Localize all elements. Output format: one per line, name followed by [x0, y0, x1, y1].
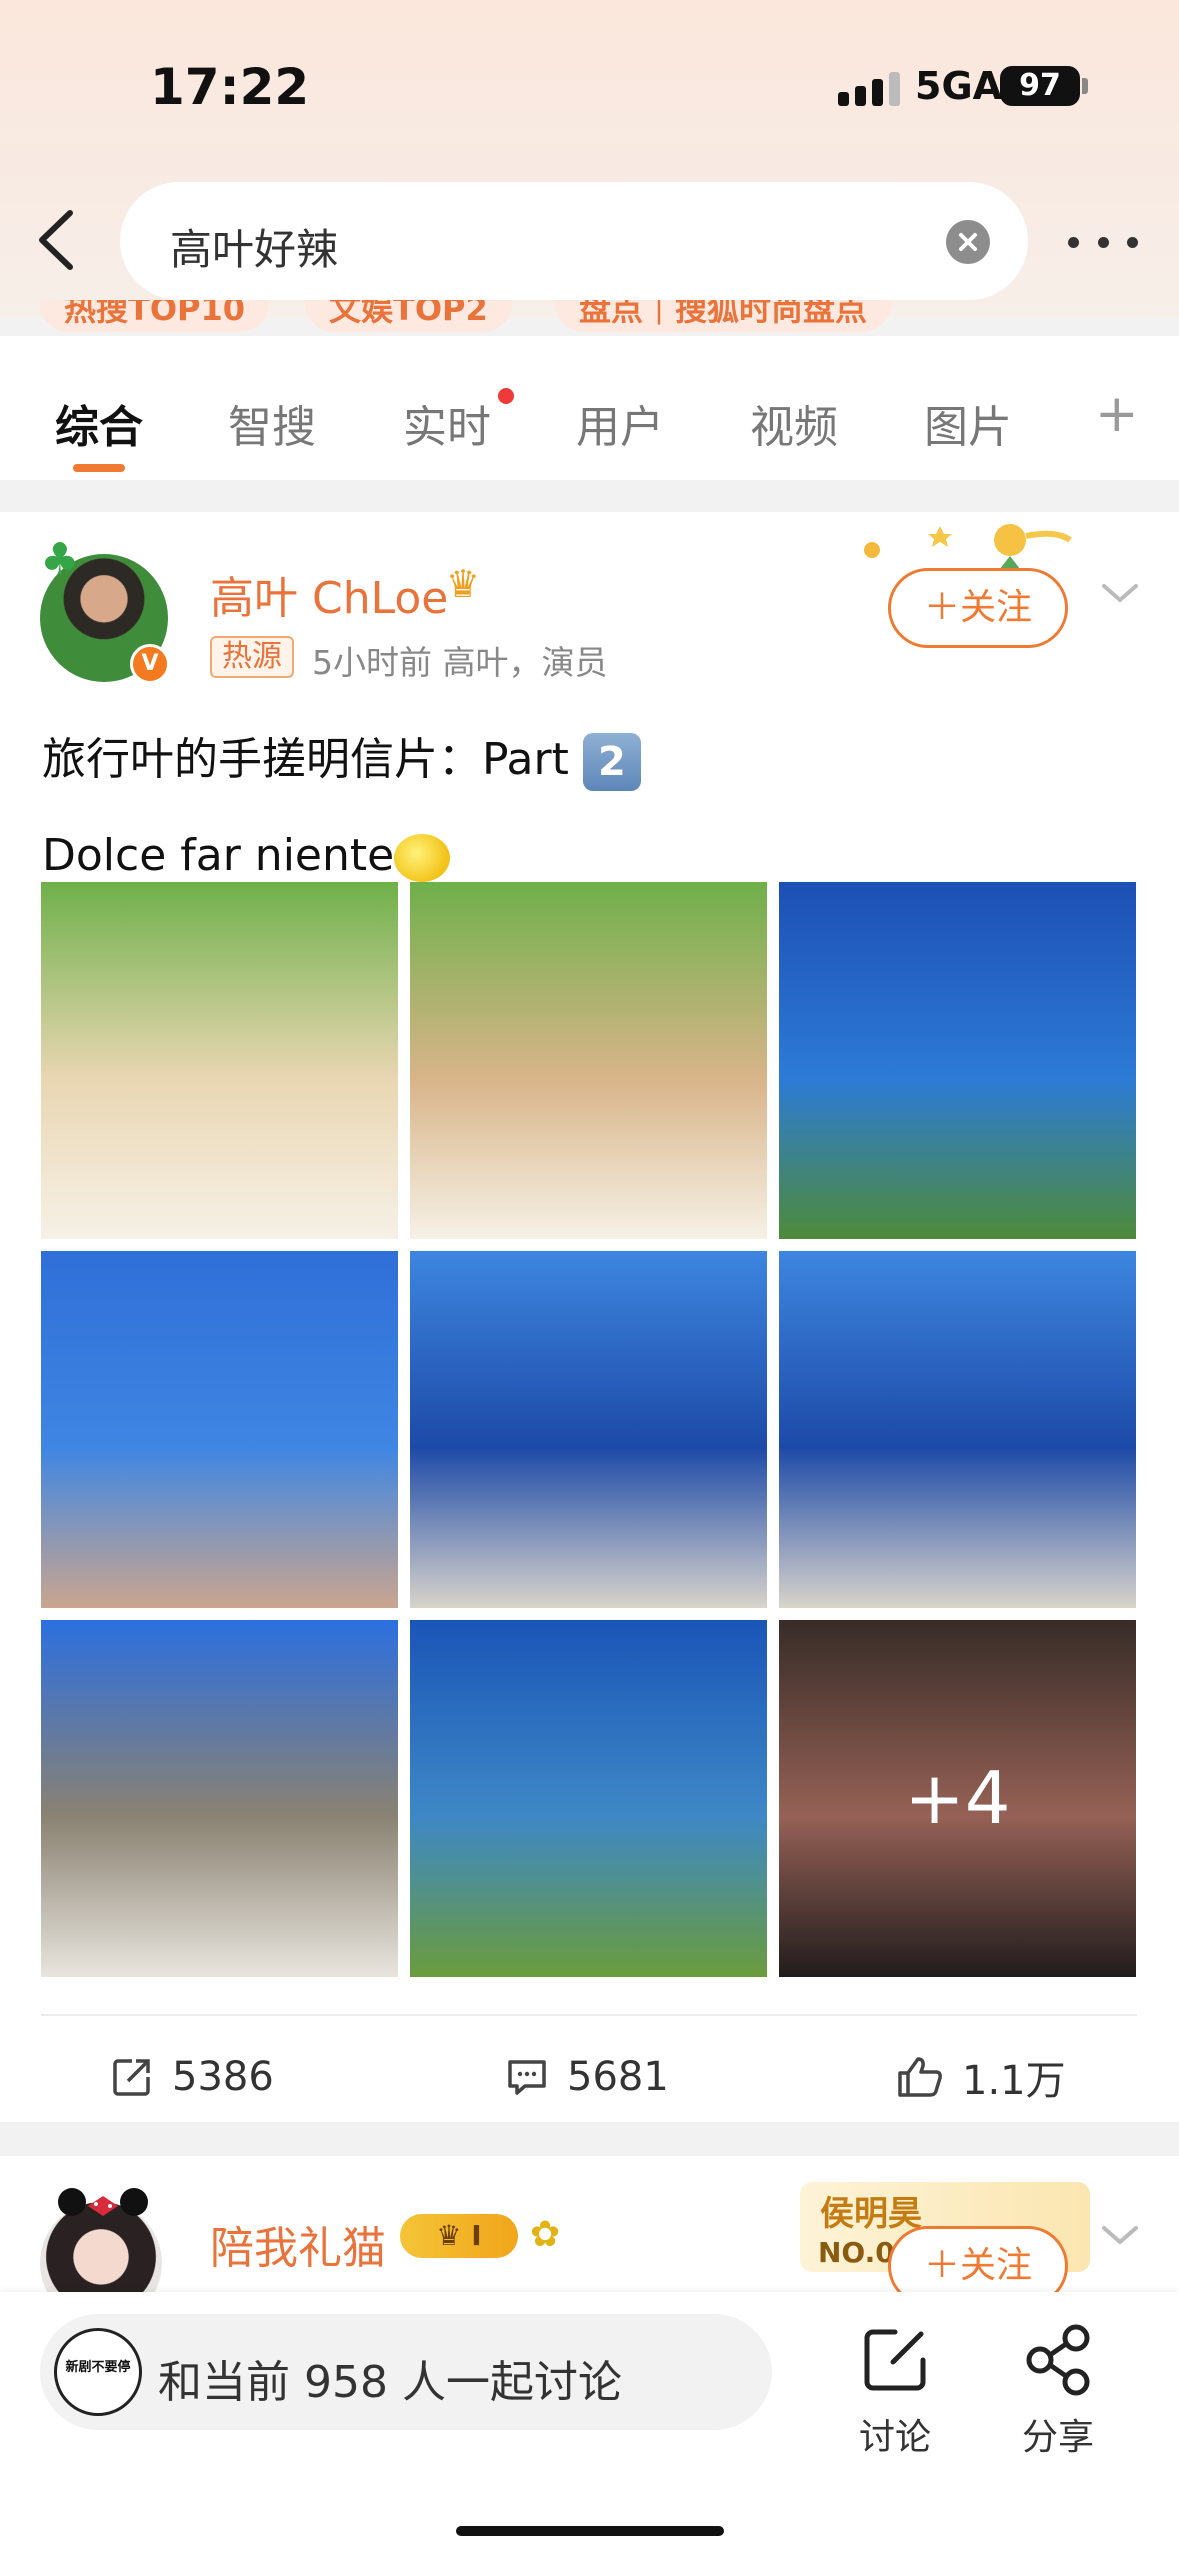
share-button[interactable]: 分享 [998, 2312, 1118, 2458]
discuss-label: 讨论 [858, 2417, 931, 2458]
active-tab-indicator [73, 464, 125, 472]
dot-icon [1097, 236, 1109, 248]
photo-sea-cliff-view[interactable] [779, 882, 1136, 1239]
post-menu-button[interactable] [1100, 2220, 1140, 2250]
bottom-action-bar: 新剧不要停 和当前 958 人一起讨论 讨论 分享 [0, 2292, 1179, 2556]
thumbs-up-icon [898, 2057, 942, 2097]
tab-videos[interactable]: 视频 [750, 391, 838, 455]
keycap-number-icon: 2 [582, 733, 641, 791]
sunflower-icon: ✿ [530, 2214, 561, 2255]
photo-boat-hat-2[interactable] [779, 1251, 1136, 1608]
comment-icon [508, 2060, 546, 2095]
photo-sea-arms-up[interactable] [410, 1620, 767, 1977]
tab-realtime[interactable]: 实时 [403, 391, 491, 455]
back-button[interactable] [28, 205, 88, 275]
tab-users[interactable]: 用户 [576, 391, 664, 455]
crown-badge-icon: ♛ [446, 562, 481, 606]
repost-icon [113, 2059, 150, 2096]
repost-button[interactable]: 5386 [110, 2042, 274, 2112]
like-button[interactable]: 1.1万 [896, 2042, 1066, 2112]
photo-cocktail-sunglasses[interactable] [410, 882, 767, 1239]
promo-name: 侯明昊 [820, 2194, 922, 2234]
follow-button[interactable]: ＋关注 [888, 568, 1068, 648]
search-input[interactable]: 高叶好辣 [120, 182, 1028, 300]
comment-count: 5681 [567, 2054, 669, 2100]
topic-avatar: 新剧不要停 [54, 2328, 142, 2416]
post-text-line-1: 旅行叶的手搓明信片：Part 2 [42, 712, 641, 808]
topic-chip[interactable]: 盘点｜搜狐时尚盘点 [555, 300, 892, 332]
photo-cocktail-toast[interactable] [41, 882, 398, 1239]
share-label: 分享 [1021, 2417, 1094, 2458]
chevron-down-icon [1102, 2226, 1138, 2245]
post-text: 旅行叶的手搓明信片：Part 2 Dolce far niente [42, 712, 641, 904]
discuss-button[interactable]: 讨论 [835, 2312, 955, 2458]
dot-icon [1127, 236, 1138, 248]
lemon-icon [394, 834, 451, 882]
add-tab-icon[interactable]: + [1095, 384, 1139, 444]
post-username[interactable]: 陪我礼猫 [210, 2212, 386, 2276]
prince-decoration-icon [864, 524, 1072, 572]
repost-count: 5386 [172, 2054, 274, 2100]
photo-cliffs-boat[interactable] [41, 1620, 398, 1977]
battery-indicator: 97 [1000, 66, 1080, 106]
tab-smart-search[interactable]: 智搜 [228, 391, 316, 455]
hot-source-badge: 热源 [210, 636, 294, 678]
photo-blue-sky-swimsuit[interactable] [41, 1251, 398, 1608]
search-tabs: 综合 智搜 实时 用户 视频 图片 + [0, 336, 1179, 480]
clover-icon: ♣ [40, 534, 80, 585]
topic-chip[interactable]: 文娱TOP2 [305, 300, 512, 332]
network-type: 5GA [915, 64, 1003, 108]
dot-icon [1068, 236, 1079, 248]
divider [41, 2014, 1137, 2016]
post-card: ♣ V 高叶 ChLoe ♛ 热源 5小时前 高叶，演员 ＋关注 旅行叶的手搓明… [0, 512, 1179, 2122]
post-text-caption: Dolce far niente [42, 830, 395, 881]
more-options-button[interactable] [1068, 220, 1138, 264]
tab-comprehensive[interactable]: 综合 [55, 391, 143, 455]
clear-search-button[interactable] [946, 220, 990, 264]
close-icon [959, 233, 977, 251]
realtime-notification-dot [498, 388, 514, 404]
battery-tip [1082, 78, 1088, 94]
post-meta: 5小时前 高叶，演员 [312, 643, 608, 682]
photo-grid: +4 [41, 882, 1137, 1978]
topic-chip[interactable]: 热搜TOP10 [40, 300, 270, 332]
verified-badge-icon: V [130, 644, 170, 684]
level-text: I [471, 2219, 482, 2252]
discussion-input[interactable]: 新剧不要停 和当前 958 人一起讨论 [40, 2314, 772, 2430]
comment-button[interactable]: 5681 [505, 2042, 669, 2112]
post-text-prefix: 旅行叶的手搓明信片：Part [42, 734, 583, 785]
level-badge: ♛ I [400, 2214, 518, 2258]
more-photos-count: +4 [779, 1620, 1136, 1977]
minnie-ears-icon [58, 2188, 148, 2216]
photo-car-selfie[interactable]: +4 [779, 1620, 1136, 1977]
topic-chips-strip: 热搜TOP10 文娱TOP2 盘点｜搜狐时尚盘点 [0, 300, 1179, 340]
share-icon [1026, 2324, 1090, 2396]
post-username[interactable]: 高叶 ChLoe [210, 562, 448, 626]
top-header: 17:22 5GA 97 高叶好辣 热搜TOP10 文娱TOP2 盘点｜搜狐时尚… [0, 0, 1179, 332]
search-query-text: 高叶好辣 [170, 225, 339, 274]
edit-icon [864, 2329, 926, 2391]
post-menu-button[interactable] [1100, 578, 1140, 608]
discussion-prompt: 和当前 958 人一起讨论 [158, 2357, 622, 2408]
cellular-signal-icon [838, 72, 900, 106]
photo-boat-hat-1[interactable] [410, 1251, 767, 1608]
chevron-left-icon [39, 210, 73, 270]
status-time: 17:22 [150, 58, 310, 116]
tab-images[interactable]: 图片 [924, 391, 1012, 455]
chevron-down-icon [1102, 584, 1138, 603]
home-indicator [456, 2526, 724, 2536]
like-count: 1.1万 [962, 2058, 1066, 2104]
